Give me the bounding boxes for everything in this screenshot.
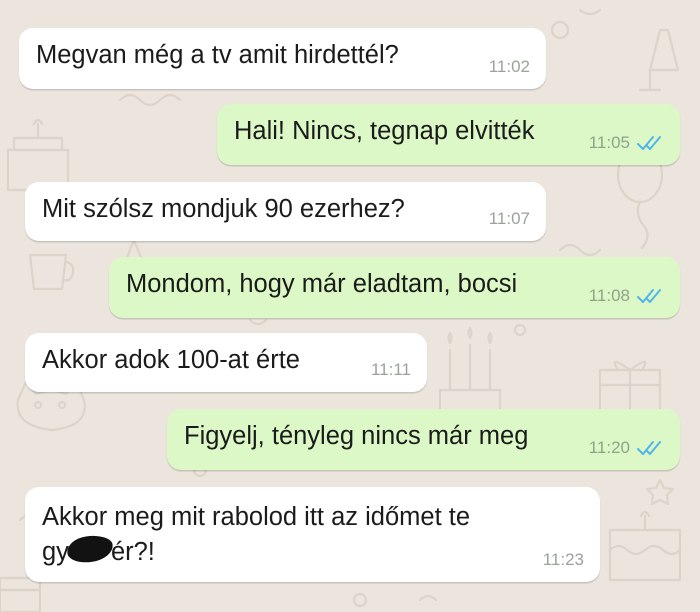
message-text: Megvan még a tv amit hirdettél? bbox=[36, 41, 399, 69]
message-text: Akkor adok 100-at érte bbox=[42, 346, 300, 374]
double-check-icon bbox=[637, 289, 661, 303]
timestamp-text: 11:11 bbox=[370, 360, 411, 379]
timestamp-text: 11:20 bbox=[588, 438, 630, 457]
message-bubble-outgoing[interactable]: Mondom, hogy már eladtam, bocsi 11:08 bbox=[109, 257, 680, 318]
message-bubble-incoming[interactable]: Akkor meg mit rabolod itt az időmet te g… bbox=[25, 487, 600, 582]
message-text: Hali! Nincs, tegnap elvitték bbox=[234, 117, 535, 145]
message-text: Mit szólsz mondjuk 90 ezerhez? bbox=[42, 195, 405, 223]
message-bubble-incoming[interactable]: Megvan még a tv amit hirdettél? 11:02 bbox=[19, 28, 546, 89]
message-timestamp: 11:20 bbox=[589, 438, 664, 458]
message-text: Figyelj, tényleg nincs már meg bbox=[184, 422, 529, 450]
message-line-2: gy ér?! bbox=[42, 532, 155, 566]
timestamp-text: 11:05 bbox=[588, 133, 630, 152]
message-text: Mondom, hogy már eladtam, bocsi bbox=[126, 270, 518, 298]
timestamp-text: 11:02 bbox=[488, 57, 530, 76]
message-bubble-incoming[interactable]: Akkor adok 100-at érte 11:11 bbox=[25, 333, 427, 392]
timestamp-text: 11:08 bbox=[588, 286, 630, 305]
message-line-2-end: ér?! bbox=[110, 538, 155, 566]
double-check-icon bbox=[637, 441, 661, 455]
message-bubble-incoming[interactable]: Mit szólsz mondjuk 90 ezerhez? 11:07 bbox=[25, 182, 546, 241]
message-line-2-start: gy bbox=[42, 538, 69, 566]
message-timestamp: 11:23 bbox=[543, 550, 584, 570]
message-bubble-outgoing[interactable]: Figyelj, tényleg nincs már meg 11:20 bbox=[167, 409, 680, 470]
message-timestamp: 11:05 bbox=[589, 133, 664, 153]
message-timestamp: 11:11 bbox=[371, 360, 411, 380]
message-timestamp: 11:08 bbox=[589, 286, 664, 306]
timestamp-text: 11:23 bbox=[542, 550, 584, 569]
chat-conversation: Megvan még a tv amit hirdettél? 11:02 Ha… bbox=[0, 0, 700, 612]
message-line-1: Akkor meg mit rabolod itt az időmet te bbox=[42, 503, 471, 531]
message-timestamp: 11:02 bbox=[489, 57, 530, 77]
message-text: Akkor meg mit rabolod itt az időmet te g… bbox=[42, 500, 470, 569]
message-timestamp: 11:07 bbox=[489, 209, 530, 229]
timestamp-text: 11:07 bbox=[488, 209, 530, 228]
message-bubble-outgoing[interactable]: Hali! Nincs, tegnap elvitték 11:05 bbox=[217, 104, 680, 165]
double-check-icon bbox=[637, 136, 661, 150]
redaction-blob bbox=[65, 532, 115, 566]
